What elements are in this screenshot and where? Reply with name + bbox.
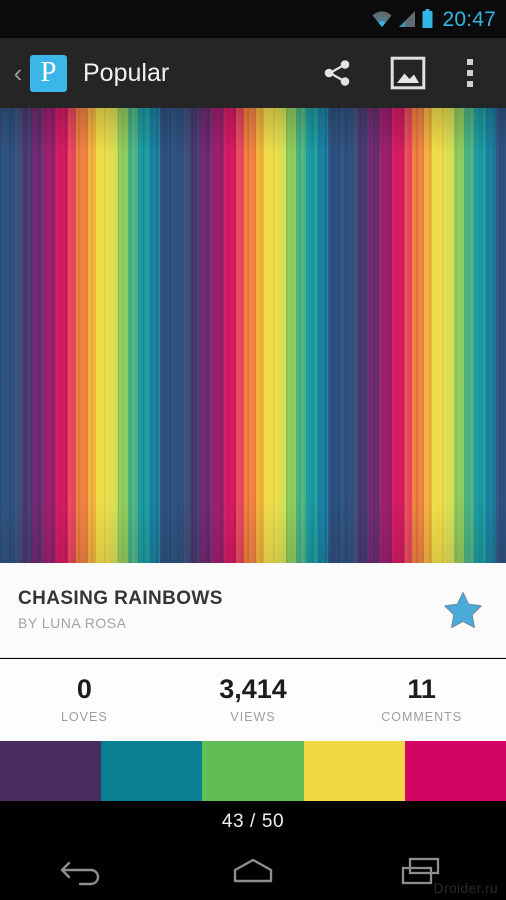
wifi-icon bbox=[372, 11, 392, 27]
swatch-teal[interactable] bbox=[101, 741, 203, 801]
nav-back-icon bbox=[61, 861, 100, 886]
stat-views-value: 3,414 bbox=[219, 674, 287, 705]
position-counter: 43 / 50 bbox=[221, 810, 285, 832]
status-bar-icons bbox=[371, 9, 434, 29]
stats-row: 0 LOVES 3,414 VIEWS 11 COMMENTS bbox=[0, 659, 506, 741]
wallpaper-shading bbox=[0, 108, 506, 563]
app-logo-icon[interactable]: P bbox=[30, 54, 67, 92]
share-icon bbox=[324, 60, 350, 86]
pattern-author: BY LUNA ROSA bbox=[18, 614, 127, 631]
overflow-menu-button[interactable] bbox=[448, 38, 492, 108]
pattern-title: CHASING RAINBOWS bbox=[18, 587, 223, 609]
stat-loves-value: 0 bbox=[76, 674, 92, 705]
stat-loves-label: LOVES bbox=[60, 710, 108, 725]
color-palette bbox=[0, 741, 506, 801]
stat-views[interactable]: 3,414 VIEWS bbox=[169, 676, 338, 724]
nav-recents-button[interactable] bbox=[367, 842, 477, 900]
wallpaper-icon bbox=[390, 56, 426, 90]
share-button[interactable] bbox=[306, 38, 368, 108]
swatch-purple[interactable] bbox=[0, 741, 102, 801]
star-icon bbox=[444, 591, 482, 629]
nav-home-button[interactable] bbox=[198, 842, 308, 900]
nav-home-icon bbox=[233, 858, 273, 883]
app-logo-letter: P bbox=[40, 55, 57, 88]
swatch-magenta[interactable] bbox=[404, 741, 506, 801]
action-bar: ‹ P Popular bbox=[0, 38, 506, 108]
swatch-yellow[interactable] bbox=[303, 741, 405, 801]
page-title: Popular bbox=[83, 58, 170, 87]
position-counter-bar: 43 / 50 bbox=[0, 801, 506, 842]
nav-back-button[interactable] bbox=[29, 842, 139, 900]
stat-views-label: VIEWS bbox=[230, 710, 276, 725]
cellular-signal-icon bbox=[399, 11, 416, 27]
status-bar: 20:47 bbox=[0, 0, 506, 38]
battery-icon bbox=[422, 9, 433, 28]
action-bar-actions bbox=[306, 38, 492, 108]
set-wallpaper-button[interactable] bbox=[368, 38, 448, 108]
phone-screen: 20:47 ‹ P Popular CHASING RAINBOWS BY LU… bbox=[0, 0, 506, 900]
favorite-button[interactable] bbox=[440, 587, 486, 633]
pattern-info-text: CHASING RAINBOWS BY LUNA ROSA bbox=[18, 587, 440, 631]
back-chevron-icon[interactable]: ‹ bbox=[8, 60, 28, 86]
system-navigation-bar: Droider.ru bbox=[0, 842, 506, 900]
pattern-info-card: CHASING RAINBOWS BY LUNA ROSA bbox=[0, 563, 506, 658]
stat-comments-label: COMMENTS bbox=[381, 710, 463, 725]
wallpaper-preview[interactable] bbox=[0, 108, 506, 563]
overflow-menu-icon bbox=[467, 59, 473, 87]
stat-comments[interactable]: 11 COMMENTS bbox=[337, 676, 506, 724]
status-bar-clock: 20:47 bbox=[442, 7, 496, 31]
stat-comments-value: 11 bbox=[407, 674, 436, 705]
swatch-green[interactable] bbox=[202, 741, 304, 801]
stat-loves[interactable]: 0 LOVES bbox=[0, 676, 169, 724]
nav-recents-icon bbox=[401, 857, 439, 885]
